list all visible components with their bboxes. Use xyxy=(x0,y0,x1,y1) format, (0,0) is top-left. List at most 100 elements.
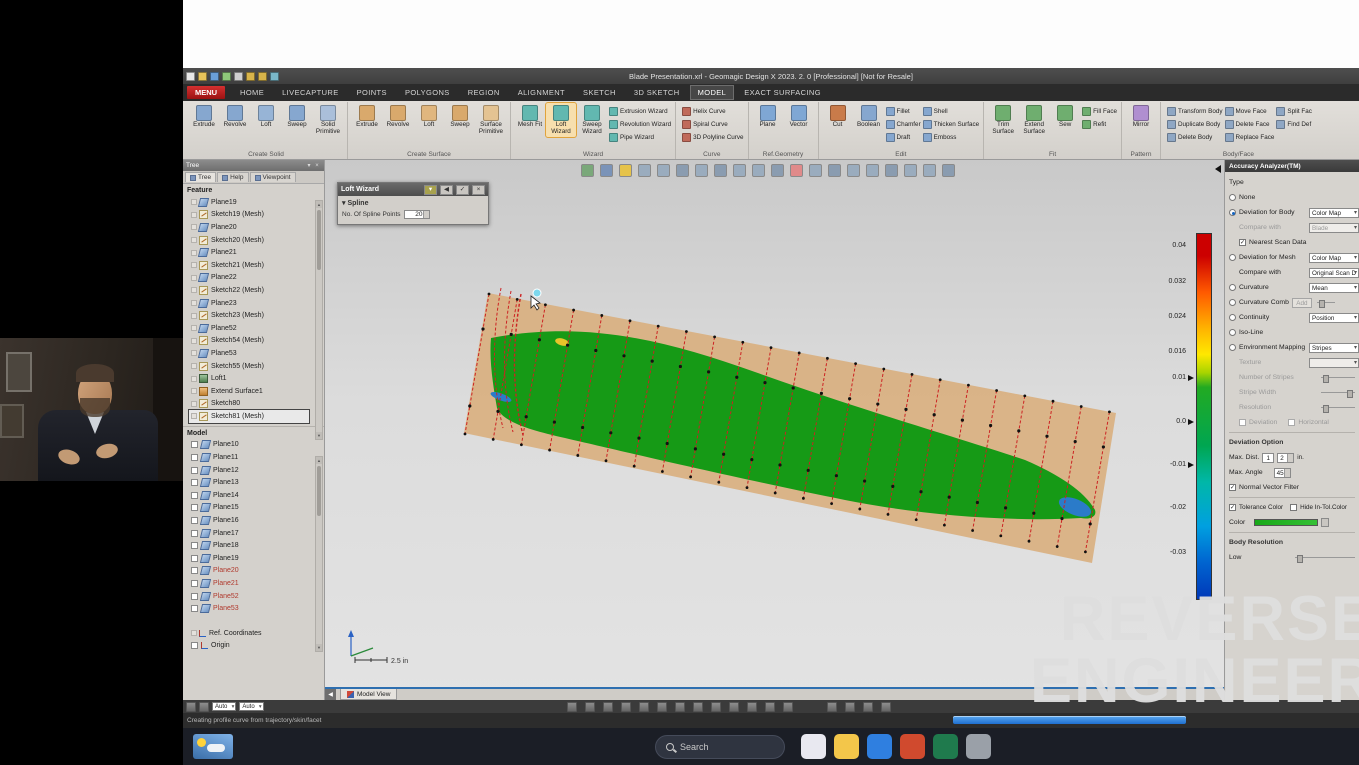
feature-tree-item[interactable]: Extend Surface1 xyxy=(189,385,309,398)
status-tool-icon[interactable] xyxy=(186,701,196,712)
view-control-icon[interactable] xyxy=(746,701,757,712)
viewport-tool-icon[interactable] xyxy=(790,164,803,177)
viewport-tool-icon[interactable] xyxy=(809,164,822,177)
tree-tab[interactable]: Help xyxy=(217,172,249,182)
model-tree-item[interactable]: Plane52 xyxy=(189,590,309,603)
model-tree-item[interactable]: Plane17 xyxy=(189,527,309,540)
ribbon-button[interactable]: Cut xyxy=(823,103,853,130)
view-control-icon[interactable] xyxy=(638,701,649,712)
model-tree-item[interactable]: Plane12 xyxy=(189,464,309,477)
viewport-tool-icon[interactable] xyxy=(828,164,841,177)
radio-none[interactable] xyxy=(1229,194,1236,201)
visibility-checkbox[interactable] xyxy=(191,605,198,613)
model-tree-item[interactable]: Plane19 xyxy=(189,552,309,565)
accept-icon[interactable]: ✓ xyxy=(456,184,469,195)
ribbon-item[interactable]: Delete Body xyxy=(1166,131,1223,143)
feature-scrollbar[interactable]: ▲ ▼ xyxy=(315,200,323,440)
model-view-tab[interactable]: Model View xyxy=(340,689,398,700)
feature-section-header[interactable]: Feature xyxy=(183,184,324,196)
accuracy-panel-title[interactable]: Accuracy Analyzer(TM) xyxy=(1225,160,1359,172)
horizontal-checkbox[interactable] xyxy=(1288,419,1296,426)
max-angle-stepper[interactable]: 45 xyxy=(1273,467,1291,478)
ribbon-item[interactable]: Fill Face xyxy=(1082,105,1117,117)
title-bar[interactable]: Blade Presentation.xrl - Geomagic Design… xyxy=(183,68,1359,84)
taskbar-search[interactable]: Search xyxy=(655,735,785,759)
ribbon-button[interactable]: Extend Surface xyxy=(1019,103,1049,137)
model-tree-item[interactable]: Plane13 xyxy=(189,476,309,489)
panel-collapse-icon[interactable] xyxy=(1215,165,1221,173)
deviation-body-dropdown[interactable]: Color Map xyxy=(1309,207,1359,218)
taskbar-app-icon[interactable] xyxy=(801,734,826,759)
max-dist-min-input[interactable]: 1 xyxy=(1262,452,1275,463)
feature-tree-item[interactable]: Sketch81 (Mesh) xyxy=(188,409,310,424)
status-tool-icon[interactable] xyxy=(199,701,209,712)
ribbon-button[interactable]: Revolve xyxy=(220,103,250,137)
taskbar-app-icon[interactable] xyxy=(867,734,892,759)
add-button[interactable]: Add xyxy=(1291,297,1312,308)
taskbar-app-icon[interactable] xyxy=(834,734,859,759)
visibility-checkbox[interactable] xyxy=(191,454,198,462)
view-control-icon[interactable] xyxy=(602,701,613,712)
back-icon[interactable]: ◀ xyxy=(440,184,453,195)
ribbon-tab[interactable]: EXACT SURFACING xyxy=(737,86,828,99)
status-tool-icon[interactable] xyxy=(844,701,855,712)
ribbon-tab[interactable]: REGION xyxy=(461,86,507,99)
tree-tab[interactable]: Tree xyxy=(185,172,217,182)
quick-access-icon[interactable] xyxy=(210,71,219,81)
visibility-checkbox[interactable] xyxy=(191,491,198,499)
tree-tab[interactable]: Viewpoint xyxy=(249,172,296,182)
ref-coordinates-item[interactable]: Ref. Coordinates xyxy=(189,627,309,640)
body-resolution-slider[interactable] xyxy=(1295,554,1355,563)
quick-access-icon[interactable] xyxy=(222,71,231,81)
visibility-checkbox[interactable] xyxy=(191,441,198,449)
preview-icon[interactable]: ▾ xyxy=(424,184,437,195)
radio-deviation-for-mesh[interactable] xyxy=(1229,254,1236,261)
model-tree-item[interactable]: Plane10 xyxy=(189,439,309,452)
ribbon-button[interactable]: Sew xyxy=(1050,103,1080,137)
viewport-tool-icon[interactable] xyxy=(866,164,879,177)
feature-tree-item[interactable]: Loft1 xyxy=(189,372,309,385)
ribbon-tab[interactable]: ALIGNMENT xyxy=(511,86,572,99)
ribbon-item[interactable]: Pipe Wizard xyxy=(609,131,671,143)
ribbon-button[interactable]: Vector xyxy=(784,103,814,130)
expander-icon[interactable] xyxy=(191,630,197,637)
viewport-tool-icon[interactable] xyxy=(581,164,594,177)
visibility-checkbox[interactable] xyxy=(191,466,198,474)
view-control-icon[interactable] xyxy=(656,701,667,712)
model-tree-item[interactable]: Plane14 xyxy=(189,489,309,502)
visibility-checkbox[interactable] xyxy=(191,542,198,550)
continuity-dropdown[interactable]: Position xyxy=(1309,312,1359,323)
taskbar-app-icon[interactable] xyxy=(966,734,991,759)
feature-tree-item[interactable]: Plane22 xyxy=(189,272,309,285)
feature-tree-item[interactable]: Sketch80 xyxy=(189,398,309,411)
ribbon-item[interactable]: Chamfer xyxy=(885,118,921,130)
view-control-icon[interactable] xyxy=(728,701,739,712)
ribbon-tab[interactable]: HOME xyxy=(233,86,271,99)
pin-icon[interactable]: ▾ xyxy=(305,162,313,170)
view-control-icon[interactable] xyxy=(710,701,721,712)
model-tree-item[interactable]: Plane15 xyxy=(189,502,309,515)
status-tool-icon[interactable] xyxy=(880,701,891,712)
ribbon-tab[interactable]: LIVECAPTURE xyxy=(275,86,346,99)
ribbon-item[interactable]: Emboss xyxy=(922,131,980,143)
feature-tree-item[interactable]: Plane23 xyxy=(189,297,309,310)
ribbon-item[interactable]: Helix Curve xyxy=(682,105,743,117)
feature-tree-item[interactable]: Sketch55 (Mesh) xyxy=(189,360,309,373)
ribbon-item[interactable]: Duplicate Body xyxy=(1166,118,1223,130)
feature-tree-item[interactable]: Plane20 xyxy=(189,221,309,234)
stripe-width-slider[interactable] xyxy=(1321,389,1355,398)
deviation-checkbox[interactable] xyxy=(1239,419,1246,426)
ribbon-button[interactable]: Plane xyxy=(753,103,783,130)
ribbon-button[interactable]: Loft Wizard xyxy=(545,102,577,138)
quick-access-icon[interactable] xyxy=(234,71,243,81)
curvature-dropdown[interactable]: Mean xyxy=(1309,282,1359,293)
model-tree-item[interactable]: Plane53 xyxy=(189,602,309,615)
taskbar-app-icon[interactable] xyxy=(900,734,925,759)
texture-box[interactable] xyxy=(1309,357,1359,368)
ribbon-item[interactable]: Refit xyxy=(1082,118,1117,130)
ribbon-item[interactable]: Replace Face xyxy=(1224,131,1274,143)
quick-access-icon[interactable] xyxy=(246,71,255,81)
radio-continuity[interactable] xyxy=(1229,314,1236,321)
model-tree-item[interactable]: Plane16 xyxy=(189,514,309,527)
visibility-checkbox[interactable] xyxy=(191,642,198,650)
